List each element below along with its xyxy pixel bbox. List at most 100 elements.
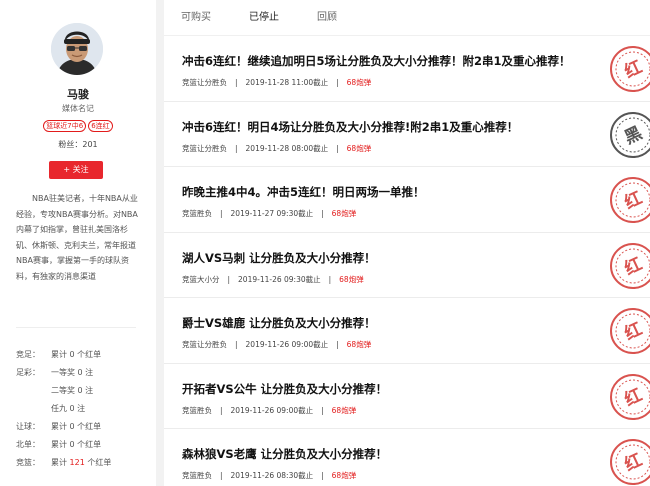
plan-meta: 竞篮大小分 | 2019-11-26 09:30截止 | 68炮弹 [182, 274, 364, 285]
profile-panel: 马骏 媒体名记 篮球近7中6 6连红 粉丝：201 + 关注 NBA驻美记者，十… [0, 0, 156, 486]
stat-number: 121 [69, 458, 85, 467]
stat-value: 累计 0 个红单 [51, 346, 101, 364]
plan-item[interactable]: 湖人VS马刺 让分胜负及大小分推荐！ 竞篮大小分 | 2019-11-26 09:30… [164, 233, 650, 298]
plan-meta: 竞篮胜负 | 2019-11-26 09:00截止 | 68炮弹 [182, 405, 356, 416]
stat-label: 竞足： [16, 350, 40, 359]
plan-title[interactable]: 森林狼VS老鹰 让分胜负及大小分推荐！ [182, 446, 387, 462]
plan-item[interactable]: 冲击6连红！继续追加明日5场让分胜负及大小分推荐！附2串1及重心推荐！ 竞篮让分胜… [164, 36, 650, 102]
plan-deadline: 2019-11-28 11:00截止 [245, 78, 329, 87]
follow-button[interactable]: + 关注 [49, 161, 103, 179]
stat-suffix: 个红单 [84, 458, 112, 467]
stat-prefix: 任九 [51, 404, 70, 413]
plan-price: 68炮弹 [346, 78, 372, 87]
plan-list: 冲击6连红！继续追加明日5场让分胜负及大小分推荐！附2串1及重心推荐！ 竞篮让分胜… [164, 36, 650, 486]
plan-deadline: 2019-11-26 09:00截止 [245, 340, 329, 349]
stat-row: 竞足： 累计 0 个红单 [16, 346, 146, 364]
plan-price: 68炮弹 [339, 274, 364, 284]
meta-separator: | [336, 143, 339, 153]
plan-deadline: 2019-11-26 08:30截止 [230, 471, 314, 480]
stat-label: 足彩： [16, 368, 40, 377]
stat-prefix: 一等奖 [51, 368, 78, 377]
tab-2[interactable]: 回顾 [317, 0, 337, 35]
stat-row: 北单： 累计 0 个红单 [16, 436, 146, 454]
plan-price: 68炮弹 [331, 405, 357, 415]
stat-row: 足彩： 一等奖 0 注 [16, 364, 146, 382]
stat-value: 任九 0 注 [51, 400, 85, 418]
stat-suffix: 个红单 [74, 350, 102, 359]
tab-bar: 可购买 已停止 回顾 [164, 0, 650, 36]
plan-item[interactable]: 昨晚主推4中4。冲击5连红！明日两场一单推！ 竞篮胜负 | 2019-11-27 09… [164, 167, 650, 233]
plan-title[interactable]: 开拓者VS公牛 让分胜负及大小分推荐！ [182, 381, 387, 397]
plan-item[interactable]: 冲击6连红！明日4场让分胜负及大小分推荐!附2串1及重心推荐！ 竞篮让分胜负 | 20… [164, 102, 650, 167]
plan-deadline: 2019-11-28 08:00截止 [245, 143, 329, 153]
plan-category: 竞篮让分胜负 [182, 78, 227, 87]
streak-badge: 6连红 [88, 120, 113, 132]
plan-meta: 竞篮胜负 | 2019-11-26 08:30截止 | 68炮弹 [182, 470, 356, 481]
author-intro: NBA驻美记者，十年NBA从业经验，专攻NBA赛事分析。对NBA内幕了如指掌，曾… [16, 194, 138, 281]
divider [16, 327, 136, 328]
stamp-label: 红 [621, 187, 645, 213]
plan-category: 竞篮胜负 [182, 471, 212, 480]
red-result-stamp-icon: 红 [610, 373, 650, 420]
stat-suffix: 注 [82, 386, 94, 395]
avatar[interactable] [51, 23, 103, 75]
plan-item[interactable]: 开拓者VS公牛 让分胜负及大小分推荐！ 竞篮胜负 | 2019-11-26 09:00… [164, 364, 650, 429]
stats-list: 竞足： 累计 0 个红单 足彩： 一等奖 0 注二等奖 0 注任九 0 注让球： 累计 … [16, 346, 146, 472]
stat-label: 北单： [16, 440, 40, 449]
red-result-stamp-icon: 红 [610, 46, 650, 92]
stat-row: 让球： 累计 0 个红单 [16, 418, 146, 436]
stamp-label: 红 [621, 318, 645, 344]
meta-separator: | [336, 340, 339, 349]
stat-suffix: 个红单 [74, 422, 102, 431]
stat-value: 一等奖 0 注 [51, 364, 93, 382]
stat-suffix: 个红单 [74, 440, 102, 449]
meta-separator: | [336, 78, 339, 87]
red-result-stamp-icon: 红 [610, 242, 650, 289]
stat-suffix: 注 [74, 404, 86, 413]
tab-1[interactable]: 已停止 [249, 0, 279, 35]
stat-prefix: 二等奖 [51, 386, 78, 395]
plan-title[interactable]: 爵士VS雄鹿 让分胜负及大小分推荐！ [182, 315, 376, 331]
stat-prefix: 累计 [51, 350, 70, 359]
stamp-label: 红 [621, 384, 645, 410]
meta-separator: | [321, 209, 324, 218]
stat-label: 竞篮： [16, 458, 40, 467]
stat-label [16, 382, 51, 400]
plan-title[interactable]: 昨晚主推4中4。冲击5连红！明日两场一单推！ [182, 184, 425, 200]
plan-item[interactable]: 爵士VS雄鹿 让分胜负及大小分推荐！ 竞篮让分胜负 | 2019-11-26 09:0… [164, 298, 650, 364]
plan-price: 68炮弹 [346, 340, 372, 349]
stat-row: 竞篮： 累计 121 个红单 [16, 454, 146, 472]
red-result-stamp-icon: 红 [610, 177, 650, 223]
meta-separator: | [235, 143, 238, 153]
plan-price: 68炮弹 [346, 143, 372, 153]
tab-0[interactable]: 可购买 [181, 0, 211, 35]
plan-meta: 竞篮让分胜负 | 2019-11-28 11:00截止 | 68炮弹 [182, 77, 371, 88]
meta-separator: | [321, 405, 324, 415]
plan-category: 竞篮胜负 [182, 405, 212, 415]
black-result-stamp-icon: 黑 [610, 111, 650, 158]
meta-separator: | [321, 471, 324, 480]
stamp-label: 红 [621, 56, 645, 82]
plan-category: 竞篮胜负 [182, 209, 212, 218]
stat-suffix: 注 [82, 368, 94, 377]
plan-item[interactable]: 森林狼VS老鹰 让分胜负及大小分推荐！ 竞篮胜负 | 2019-11-26 08:30… [164, 429, 650, 486]
stat-prefix: 累计 [51, 440, 70, 449]
stat-prefix: 累计 [51, 458, 70, 467]
stamp-label: 红 [621, 449, 645, 475]
plan-category: 竞篮大小分 [182, 274, 220, 284]
stat-prefix: 累计 [51, 422, 70, 431]
plan-title[interactable]: 冲击6连红！明日4场让分胜负及大小分推荐!附2串1及重心推荐！ [182, 119, 518, 135]
meta-separator: | [235, 78, 238, 87]
plan-price: 68炮弹 [331, 209, 357, 218]
plan-price: 68炮弹 [331, 471, 357, 480]
stat-row: 任九 0 注 [16, 400, 146, 418]
plan-title[interactable]: 冲击6连红！继续追加明日5场让分胜负及大小分推荐！附2串1及重心推荐！ [182, 53, 571, 69]
plan-category: 竞篮让分胜负 [182, 143, 227, 153]
plan-title[interactable]: 湖人VS马刺 让分胜负及大小分推荐！ [182, 250, 376, 266]
stat-label: 让球： [16, 422, 40, 431]
plan-meta: 竞篮让分胜负 | 2019-11-28 08:00截止 | 68炮弹 [182, 143, 371, 154]
stat-label [16, 400, 51, 418]
fans-count: 粉丝：201 [58, 140, 98, 149]
author-name: 马骏 [67, 88, 89, 101]
plan-deadline: 2019-11-26 09:00截止 [230, 405, 314, 415]
